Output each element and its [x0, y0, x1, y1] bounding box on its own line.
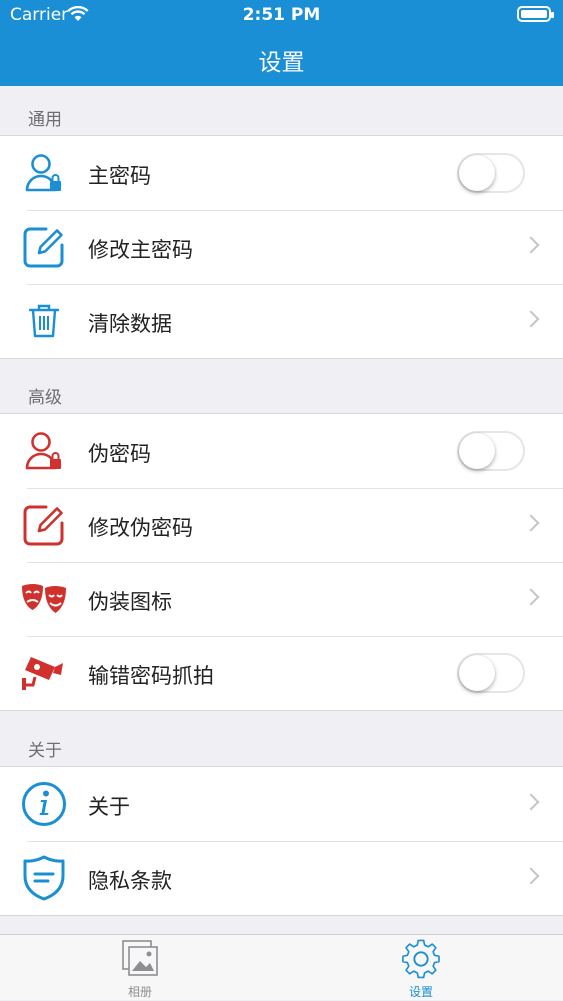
clear-data-row[interactable]: 清除数据 [0, 284, 563, 358]
chevron-right-icon [522, 310, 540, 328]
change-master-password-label: 修改主密码 [88, 238, 193, 262]
trash-icon [20, 297, 68, 345]
user-lock-icon [20, 427, 68, 475]
intruder-capture-row: 输错密码抓拍 [0, 636, 563, 710]
edit-icon [20, 223, 68, 271]
change-fake-password-row[interactable]: 修改伪密码 [0, 488, 563, 562]
gear-icon [402, 939, 440, 979]
master-password-label: 主密码 [88, 164, 151, 188]
about-label: 关于 [88, 795, 130, 819]
status-bar: Carrier 2:51 PM [0, 0, 563, 30]
tab-settings[interactable]: 设置 [361, 935, 481, 1001]
info-icon [20, 780, 68, 828]
tab-bar: 相册 设置 [0, 934, 563, 1000]
settings-group-advanced: 伪密码 修改伪密码 伪装图标 输错密码抓拍 [0, 413, 563, 711]
disguise-icon-row[interactable]: 伪装图标 [0, 562, 563, 636]
shield-icon [20, 854, 68, 902]
privacy-policy-row[interactable]: 隐私条款 [0, 841, 563, 915]
master-password-toggle[interactable] [457, 153, 525, 193]
battery-icon [517, 6, 554, 22]
chevron-right-icon [522, 793, 540, 811]
change-master-password-row[interactable]: 修改主密码 [0, 210, 563, 284]
tab-album[interactable]: 相册 [80, 935, 200, 1001]
change-fake-password-label: 修改伪密码 [88, 516, 193, 540]
disguise-icon-label: 伪装图标 [88, 590, 172, 614]
clear-data-label: 清除数据 [88, 312, 172, 336]
settings-group-about: 关于 隐私条款 [0, 766, 563, 916]
master-password-row: 主密码 [0, 136, 563, 210]
page-title: 设置 [258, 50, 305, 76]
intruder-capture-label: 输错密码抓拍 [88, 664, 214, 688]
theater-masks-icon [20, 575, 68, 623]
chevron-right-icon [522, 514, 540, 532]
navigation-header: Carrier 2:51 PM 设置 [0, 0, 563, 86]
intruder-capture-toggle[interactable] [457, 653, 525, 693]
fake-password-row: 伪密码 [0, 414, 563, 488]
edit-icon [20, 501, 68, 549]
chevron-right-icon [522, 588, 540, 606]
user-lock-icon [20, 149, 68, 197]
tab-settings-label: 设置 [408, 985, 433, 999]
photo-album-icon [122, 940, 158, 976]
chevron-right-icon [522, 867, 540, 885]
settings-group-general: 主密码 修改主密码 清除数据 [0, 135, 563, 359]
clock: 2:51 PM [242, 5, 321, 25]
privacy-policy-label: 隐私条款 [88, 869, 172, 893]
about-row[interactable]: 关于 [0, 767, 563, 841]
fake-password-toggle[interactable] [457, 431, 525, 471]
fake-password-label: 伪密码 [88, 442, 151, 466]
tab-album-label: 相册 [127, 985, 152, 999]
section-header-advanced: 高级 [28, 388, 62, 408]
section-header-general: 通用 [28, 110, 62, 130]
security-camera-icon [20, 649, 68, 697]
section-header-about: 关于 [28, 741, 62, 761]
chevron-right-icon [522, 236, 540, 254]
